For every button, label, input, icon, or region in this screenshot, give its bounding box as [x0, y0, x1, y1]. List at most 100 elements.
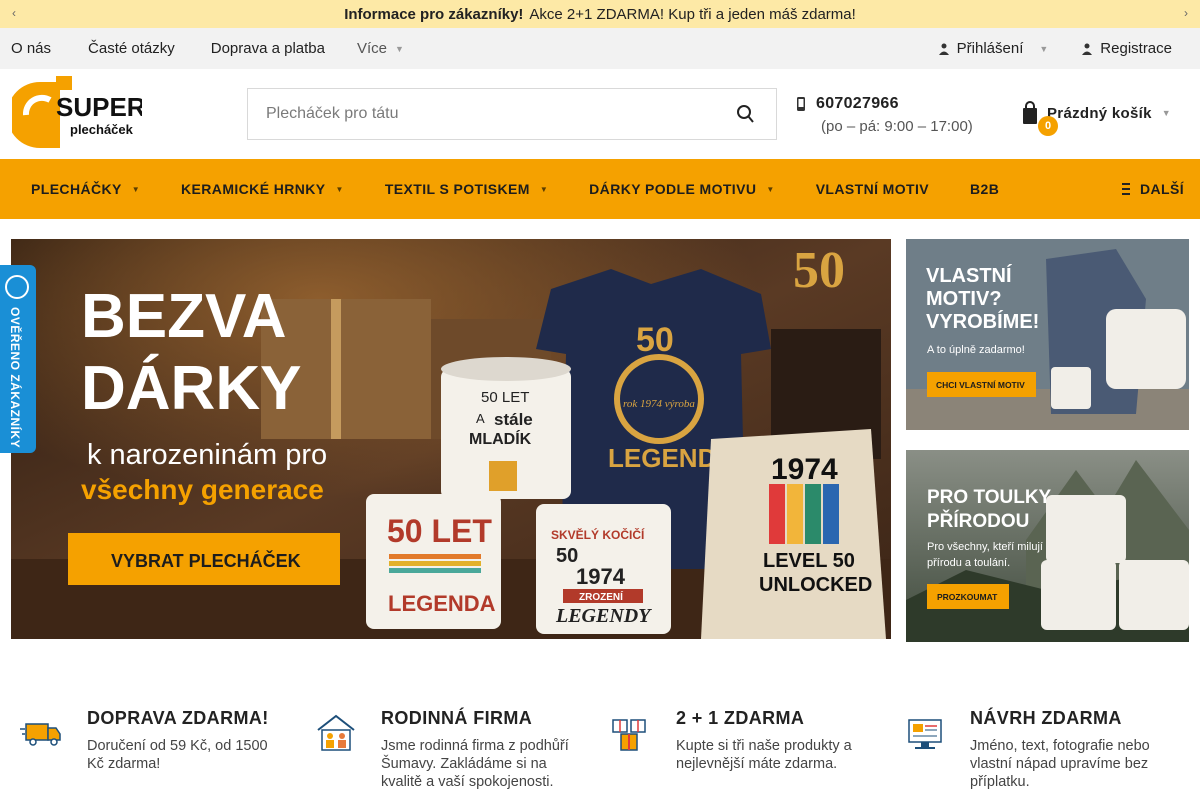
mug3-line4: ZROZENÍ	[579, 590, 623, 603]
nav-more[interactable]: DALŠÍ	[1122, 181, 1184, 197]
nav-item-vlastni-motiv[interactable]: VLASTNÍ MOTIV	[816, 181, 929, 197]
chevron-down-icon: ▼	[131, 184, 141, 194]
announcement-title: Informace pro zákazníky!	[344, 5, 524, 23]
logo-word-super: SUPER	[56, 92, 142, 122]
side-banner-custom-motif[interactable]: VLASTNÍ MOTIV? VYROBÍME! A to úplně zada…	[906, 239, 1189, 430]
mug1-line1: 50 LET	[481, 389, 529, 406]
side2-title2: PŘÍRODOU	[927, 510, 1029, 532]
chevron-left-icon[interactable]: ‹	[12, 6, 16, 20]
chevron-down-icon: ▼	[539, 184, 549, 194]
nav-item-darky-podle-motivu[interactable]: DÁRKY PODLE MOTIVU ▼	[589, 181, 775, 197]
verified-label: OVĚŘENO ZÁKAZNÍKY	[8, 307, 22, 449]
phone-contact[interactable]: 607027966 (po – pá: 9:00 – 17:00)	[796, 95, 973, 135]
phone-number[interactable]: 607027966	[816, 95, 973, 113]
announcement-bar: ‹ Informace pro zákazníky! Akce 2+1 ZDAR…	[0, 0, 1200, 28]
feature-description: Doručení od 59 Kč, od 1500 Kč zdarma!	[87, 738, 268, 772]
side2-title1: PRO TOULKY	[927, 487, 1052, 508]
chevron-down-icon: ▼	[395, 43, 404, 54]
shirt-year-text: rok 1974 výroba	[623, 398, 695, 410]
feature-description: Jméno, text, fotografie nebo vlastní náp…	[970, 738, 1150, 790]
link-about[interactable]: O nás	[11, 40, 51, 57]
mug1-line3: stále	[494, 410, 533, 429]
nav-item-plechacky[interactable]: PLECHÁČKY ▼	[31, 181, 140, 197]
login-label: Přihlášení	[956, 40, 1024, 57]
mug2-line2: LEGENDA	[388, 591, 496, 616]
side1-cta-label: CHCI VLASTNÍ MOTIV	[936, 380, 1025, 390]
side2-cta-label: PROZKOUMAT	[937, 592, 998, 602]
nav-label: PLECHÁČKY	[31, 181, 122, 197]
site-logo[interactable]: SUPER plecháček	[12, 72, 142, 152]
side1-title3: VYROBÍME!	[926, 310, 1039, 333]
mug1-line4: MLADÍK	[469, 429, 532, 448]
hoodie-unlocked: UNLOCKED	[759, 574, 872, 596]
search-icon[interactable]	[736, 104, 754, 124]
mug3-line1: SKVĚLÝ KOČIČÍ	[551, 527, 645, 542]
search-input[interactable]	[248, 105, 718, 123]
nav-label: DÁRKY PODLE MOTIVU	[589, 181, 757, 197]
side-banner-nature[interactable]: PRO TOULKY PŘÍRODOU Pro všechny, kteří m…	[906, 450, 1189, 642]
chevron-down-icon: ▼	[335, 184, 344, 194]
phone-icon	[797, 97, 805, 111]
nav-label: B2B	[970, 181, 1000, 197]
side1-title1: VLASTNÍ	[926, 264, 1012, 287]
side2-subtitle2: přírodu a toulání.	[927, 557, 1010, 569]
shopping-bag-icon	[1023, 101, 1037, 124]
link-faq[interactable]: Časté otázky	[88, 40, 175, 57]
register-link[interactable]: Registrace	[1082, 40, 1172, 57]
cake-number: 50	[793, 242, 845, 299]
nav-more-label: DALŠÍ	[1140, 181, 1184, 197]
user-plus-icon	[1082, 43, 1093, 55]
search-box	[247, 88, 777, 140]
hero-cta-label: VYBRAT PLECHÁČEK	[111, 550, 301, 571]
family-home-icon	[317, 714, 355, 751]
pillow	[1106, 309, 1186, 389]
delivery-truck-icon	[20, 723, 61, 746]
nav-label: TEXTIL S POTISKEM	[384, 181, 530, 197]
verified-customers-badge[interactable]: OVĚŘENO ZÁKAZNÍKY	[0, 265, 36, 453]
cart-label: Prázdný košík	[1047, 104, 1152, 122]
mug	[1051, 367, 1091, 409]
chevron-down-icon: ▼	[1039, 43, 1049, 54]
nav-item-keramicke-hrnky[interactable]: KERAMICKÉ HRNKY ▼	[181, 181, 344, 197]
mug	[1119, 560, 1189, 630]
chevron-down-icon: ▼	[1161, 108, 1171, 118]
login-link[interactable]: Přihlášení ▼	[938, 40, 1049, 57]
mug3-line2: 50	[556, 545, 578, 567]
hero-line4: všechny generace	[81, 474, 324, 505]
mug3-line5: LEGENDY	[555, 605, 652, 627]
mug	[1041, 560, 1116, 630]
menu-icon	[1122, 183, 1130, 195]
side2-subtitle1: Pro všechny, kteří milují	[927, 541, 1043, 553]
hero-line3: k narozeninám pro	[87, 439, 327, 471]
chevron-down-icon: ▼	[766, 184, 775, 194]
feature-title: NÁVRH ZDARMA	[970, 708, 1122, 728]
hero-banner[interactable]: 50 50 rok 1974 výroba LEGENDU 1974 LEVEL…	[11, 239, 891, 639]
side1-subtitle: A to úplně zadarmo!	[927, 344, 1025, 356]
design-computer-icon	[908, 719, 942, 749]
hero-line1: BEZVA	[81, 282, 287, 351]
site-header: SUPER plecháček 607027966 (po – pá: 9:00…	[0, 69, 1200, 159]
features-strip: DOPRAVA ZDARMA! Doručení od 59 Kč, od 15…	[0, 690, 1200, 800]
nav-item-b2b[interactable]: B2B	[970, 181, 999, 197]
feature-title: RODINNÁ FIRMA	[381, 708, 533, 728]
mug3-line3: 1974	[576, 564, 626, 589]
main-nav: PLECHÁČKY ▼ KERAMICKÉ HRNKY ▼ TEXTIL S POT…	[0, 159, 1200, 219]
mug2-line1: 50 LET	[387, 513, 492, 549]
verified-seal-icon	[5, 275, 29, 299]
user-icon	[938, 43, 949, 55]
nav-item-textil[interactable]: TEXTIL S POTISKEM ▼	[385, 181, 548, 197]
hero-line2: DÁRKY	[81, 354, 301, 423]
cart-count-badge: 0	[1038, 116, 1058, 136]
feature-description: Jsme rodinná firma z podhůří Šumavy. Zak…	[381, 738, 569, 790]
announcement-text[interactable]: Akce 2+1 ZDARMA! Kup tři a jeden máš zda…	[529, 6, 855, 23]
link-shipping[interactable]: Doprava a platba	[211, 40, 325, 57]
mug	[1046, 495, 1126, 563]
gifts-icon	[612, 719, 646, 751]
feature-title: DOPRAVA ZDARMA!	[87, 708, 269, 728]
logo-word-plechacek: plecháček	[70, 122, 134, 137]
shirt-50: 50	[636, 321, 674, 359]
chevron-right-icon[interactable]: ›	[1184, 6, 1188, 20]
side1-title2: MOTIV?	[926, 288, 1002, 310]
link-more[interactable]: Více ▼	[357, 40, 404, 57]
feature-description: Kupte si tři naše produkty a nejlevnější…	[676, 738, 852, 772]
